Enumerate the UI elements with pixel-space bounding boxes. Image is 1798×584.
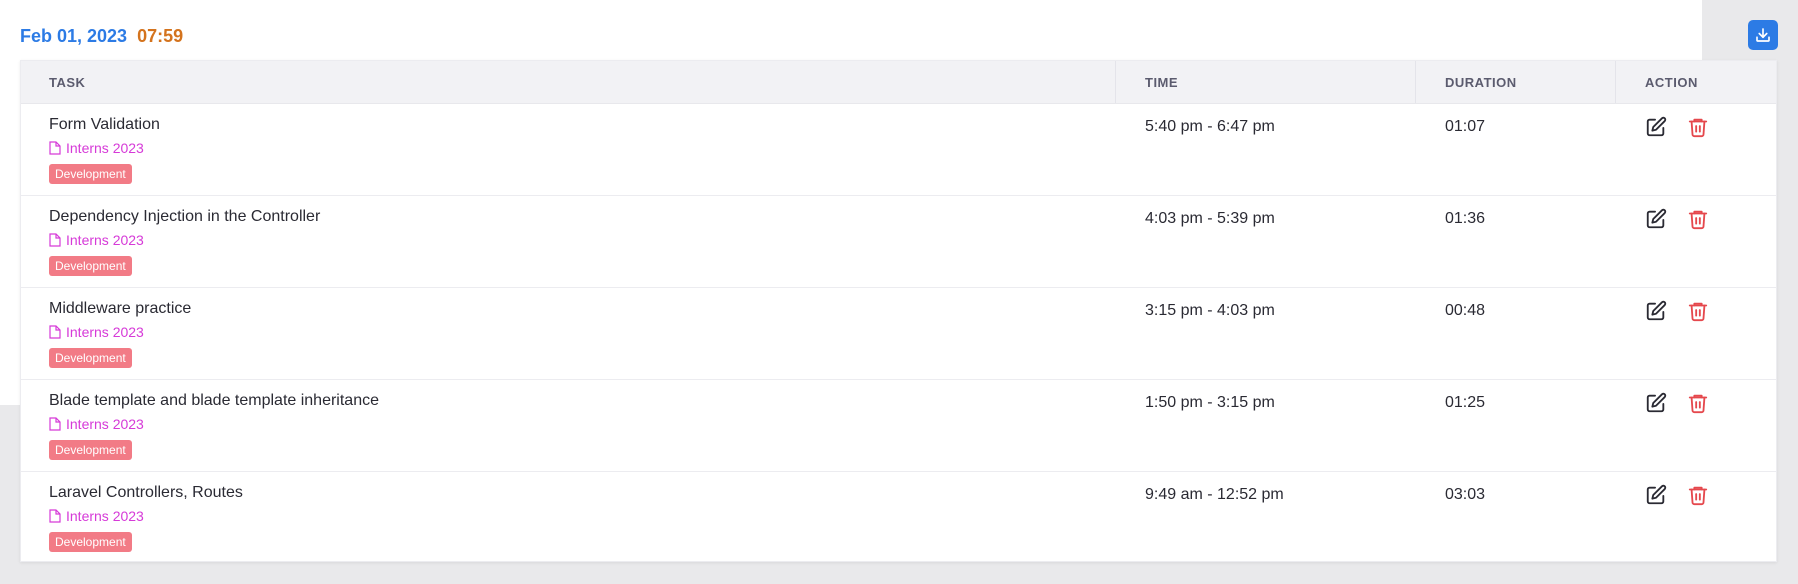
date-header: Feb 01, 2023 07:59 bbox=[20, 20, 183, 52]
file-icon bbox=[49, 325, 61, 339]
project-name: Interns 2023 bbox=[66, 140, 144, 156]
trash-icon bbox=[1688, 394, 1708, 414]
table-row: Middleware practice Interns 2023 Develop… bbox=[21, 288, 1776, 380]
duration-value: 00:48 bbox=[1445, 302, 1486, 319]
duration-value: 03:03 bbox=[1445, 486, 1486, 503]
edit-button[interactable] bbox=[1645, 116, 1669, 140]
task-project-link[interactable]: Interns 2023 bbox=[49, 324, 144, 340]
trash-icon bbox=[1688, 118, 1708, 138]
task-title: Blade template and blade template inheri… bbox=[49, 392, 379, 409]
edit-icon bbox=[1646, 300, 1667, 321]
edit-button[interactable] bbox=[1645, 392, 1669, 416]
time-range: 3:15 pm - 4:03 pm bbox=[1145, 302, 1275, 319]
file-icon bbox=[49, 141, 61, 155]
delete-button[interactable] bbox=[1687, 300, 1711, 324]
table-header: TASK TIME DURATION ACTION bbox=[21, 61, 1776, 104]
edit-icon bbox=[1646, 116, 1667, 137]
task-project-link[interactable]: Interns 2023 bbox=[49, 416, 144, 432]
project-name: Interns 2023 bbox=[66, 232, 144, 248]
column-divider bbox=[1115, 61, 1116, 103]
column-header-time: TIME bbox=[1145, 74, 1179, 90]
task-title: Form Validation bbox=[49, 116, 160, 133]
task-project-link[interactable]: Interns 2023 bbox=[49, 140, 144, 156]
duration-value: 01:07 bbox=[1445, 118, 1486, 135]
category-badge: Development bbox=[49, 532, 132, 552]
table-body: Form Validation Interns 2023 Development… bbox=[21, 104, 1776, 563]
delete-button[interactable] bbox=[1687, 208, 1711, 232]
total-time-label: 07:59 bbox=[137, 25, 184, 46]
time-range: 9:49 am - 12:52 pm bbox=[1145, 486, 1284, 503]
file-icon bbox=[49, 509, 61, 523]
category-badge: Development bbox=[49, 440, 132, 460]
file-icon bbox=[49, 417, 61, 431]
download-button[interactable] bbox=[1748, 20, 1778, 50]
task-table: TASK TIME DURATION ACTION Form Validatio… bbox=[20, 60, 1777, 562]
category-badge: Development bbox=[49, 164, 132, 184]
project-name: Interns 2023 bbox=[66, 416, 144, 432]
trash-icon bbox=[1688, 486, 1708, 506]
edit-button[interactable] bbox=[1645, 300, 1669, 324]
table-row: Form Validation Interns 2023 Development… bbox=[21, 104, 1776, 196]
duration-value: 01:25 bbox=[1445, 394, 1486, 411]
edit-button[interactable] bbox=[1645, 208, 1669, 232]
column-header-action: ACTION bbox=[1645, 74, 1698, 90]
column-divider bbox=[1415, 61, 1416, 103]
trash-icon bbox=[1688, 302, 1708, 322]
task-title: Laravel Controllers, Routes bbox=[49, 484, 243, 501]
table-row: Dependency Injection in the Controller I… bbox=[21, 196, 1776, 288]
time-range: 4:03 pm - 5:39 pm bbox=[1145, 210, 1275, 227]
delete-button[interactable] bbox=[1687, 392, 1711, 416]
project-name: Interns 2023 bbox=[66, 324, 144, 340]
edit-button[interactable] bbox=[1645, 484, 1669, 508]
edit-icon bbox=[1646, 392, 1667, 413]
task-project-link[interactable]: Interns 2023 bbox=[49, 232, 144, 248]
edit-icon bbox=[1646, 484, 1667, 505]
delete-button[interactable] bbox=[1687, 484, 1711, 508]
category-badge: Development bbox=[49, 348, 132, 368]
date-label: Feb 01, 2023 bbox=[20, 25, 128, 46]
task-title: Dependency Injection in the Controller bbox=[49, 208, 321, 225]
table-row: Laravel Controllers, Routes Interns 2023… bbox=[21, 472, 1776, 563]
task-project-link[interactable]: Interns 2023 bbox=[49, 508, 144, 524]
table-row: Blade template and blade template inheri… bbox=[21, 380, 1776, 472]
column-header-duration: DURATION bbox=[1445, 74, 1517, 90]
column-divider bbox=[1615, 61, 1616, 103]
project-name: Interns 2023 bbox=[66, 508, 144, 524]
edit-icon bbox=[1646, 208, 1667, 229]
task-title: Middleware practice bbox=[49, 300, 192, 317]
delete-button[interactable] bbox=[1687, 116, 1711, 140]
duration-value: 01:36 bbox=[1445, 210, 1486, 227]
time-range: 1:50 pm - 3:15 pm bbox=[1145, 394, 1275, 411]
download-icon bbox=[1756, 28, 1770, 42]
column-header-task: TASK bbox=[49, 74, 86, 90]
category-badge: Development bbox=[49, 256, 132, 276]
time-range: 5:40 pm - 6:47 pm bbox=[1145, 118, 1275, 135]
trash-icon bbox=[1688, 210, 1708, 230]
file-icon bbox=[49, 233, 61, 247]
